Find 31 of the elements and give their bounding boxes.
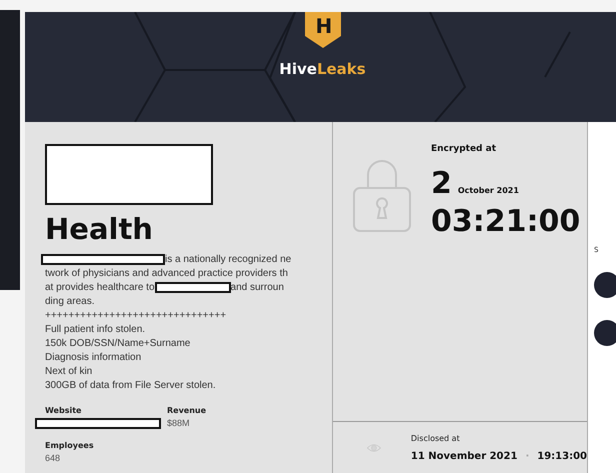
employees-value: 648: [45, 453, 62, 463]
description-text: Next of kin: [45, 366, 92, 376]
separator-dot: ·: [525, 450, 530, 462]
round-button[interactable]: [594, 272, 616, 298]
padlock-icon: [353, 158, 411, 232]
description-text: ding areas.: [45, 296, 94, 306]
encrypted-label: Encrypted at: [431, 144, 497, 154]
brand-name: HiveLeaks: [279, 60, 366, 78]
revenue-label: Revenue: [167, 406, 206, 415]
logo-letter: H: [316, 16, 330, 36]
description-text: and surroun: [230, 282, 284, 292]
employees-label: Employees: [45, 441, 95, 450]
encrypted-time: 03:21:00: [431, 204, 580, 239]
encrypted-month-year: October 2021: [458, 186, 519, 195]
description-text: Diagnosis information: [45, 352, 142, 362]
description-text: +++++++++++++++++++++++++++++++: [45, 310, 226, 320]
description-text: twork of physicians and advanced practice providers th: [45, 268, 288, 278]
disclosed-label: Disclosed at: [410, 434, 461, 442]
description-text: at provides healthcare to: [45, 282, 155, 292]
description-text: Full patient info stolen.: [45, 324, 146, 334]
website-label: Website: [45, 406, 82, 415]
disclosed-time: 19:13:00: [537, 450, 587, 462]
description-text: 150k DOB/SSN/Name+Surname: [45, 338, 190, 348]
description-text: is a nationally recognized ne: [165, 254, 292, 264]
company-name: Health: [45, 212, 154, 246]
revenue-value: $88M: [167, 418, 191, 428]
disclosed-date: 11 November 2021: [410, 450, 518, 462]
logo-icon: [304, 12, 340, 48]
round-button[interactable]: [594, 320, 616, 346]
encrypted-day: 2: [431, 168, 452, 200]
description-text: 300GB of data from File Server stolen.: [45, 380, 216, 390]
